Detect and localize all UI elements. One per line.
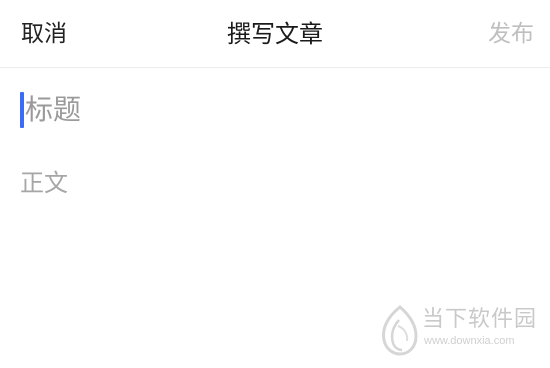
watermark-url: www.downxia.com bbox=[424, 335, 515, 347]
title-input[interactable]: 标题 bbox=[20, 90, 520, 130]
body-input[interactable]: 正文 bbox=[20, 166, 520, 306]
body-placeholder: 正文 bbox=[20, 169, 68, 197]
title-placeholder: 标题 bbox=[25, 93, 82, 126]
page-title: 撰写文章 bbox=[227, 20, 323, 48]
publish-button[interactable]: 发布 bbox=[488, 18, 534, 50]
top-navigation-bar: 取消 撰写文章 发布 bbox=[0, 0, 550, 68]
cancel-button[interactable]: 取消 bbox=[21, 18, 67, 50]
site-watermark: 当下软件园 www.downxia.com bbox=[378, 304, 538, 356]
text-caret bbox=[20, 92, 24, 128]
watermark-brand: 当下软件园 bbox=[422, 307, 538, 332]
watermark-logo-icon bbox=[382, 305, 418, 356]
